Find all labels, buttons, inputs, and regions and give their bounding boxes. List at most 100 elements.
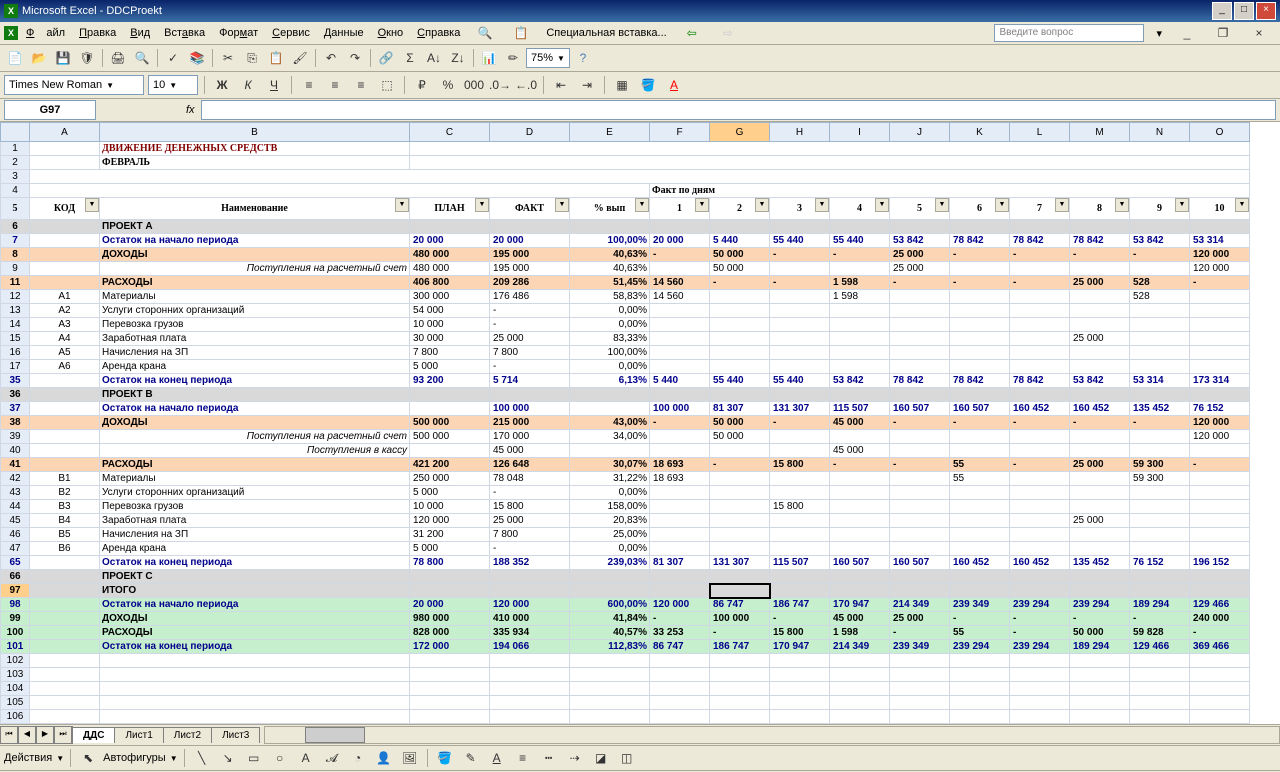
table-row[interactable]: 101Остаток на конец периода172 000194 06… [1,640,1250,654]
doc-restore-button[interactable]: ❐ [1206,20,1240,46]
filter-icon[interactable]: ▼ [475,198,489,212]
table-row[interactable]: 14А3Перевозка грузов10 000-0,00% [1,318,1250,332]
hyperlink-icon[interactable]: 🔗 [375,47,397,69]
paste-icon[interactable]: 📋 [265,47,287,69]
borders-icon[interactable]: ▦ [611,74,633,96]
textbox-icon[interactable]: A [295,747,317,769]
align-left-icon[interactable]: ≡ [298,74,320,96]
close-button[interactable]: × [1256,2,1276,20]
filter-icon[interactable]: ▼ [815,198,829,212]
name-box[interactable]: G97 [4,100,96,120]
drawing-actions[interactable]: Действия [4,752,52,764]
table-row[interactable]: 12А1Материалы300 000176 48658,83%14 5601… [1,290,1250,304]
table-row[interactable]: 8ДОХОДЫ480 000195 00040,63%-50 000--25 0… [1,248,1250,262]
table-row[interactable]: 106 [1,710,1250,724]
tab-prev-icon[interactable]: ◀ [18,726,36,744]
clipart-icon[interactable]: 👤 [373,747,395,769]
filter-icon[interactable]: ▼ [875,198,889,212]
table-row[interactable]: 44В3Перевозка грузов10 00015 800158,00%1… [1,500,1250,514]
tab-last-icon[interactable]: ⏭ [54,726,72,744]
fill-color-icon[interactable]: 🪣 [637,74,659,96]
filter-icon[interactable]: ▼ [85,198,99,212]
copy-icon[interactable]: ⎘ [241,47,263,69]
filter-icon[interactable]: ▼ [555,198,569,212]
open-icon[interactable]: 📂 [28,47,50,69]
dec-indent-icon[interactable]: ⇤ [550,74,572,96]
zoom-combo[interactable]: 75%▼ [526,48,570,68]
horizontal-scrollbar[interactable] [264,726,1280,744]
chart-icon[interactable]: 📊 [478,47,500,69]
tab-first-icon[interactable]: ⏮ [0,726,18,744]
table-row[interactable]: 43В2Услуги сторонних организаций5 000-0,… [1,486,1250,500]
rectangle-icon[interactable]: ▭ [243,747,265,769]
filter-icon[interactable]: ▼ [695,198,709,212]
table-row[interactable]: 7Остаток на начало периода20 00020 00010… [1,234,1250,248]
help-icon[interactable]: ? [572,47,594,69]
table-row[interactable]: 103 [1,668,1250,682]
filter-icon[interactable]: ▼ [1175,198,1189,212]
paste-icon[interactable]: 📋 [504,20,538,46]
doc-close-button[interactable]: × [1242,20,1276,46]
comma-icon[interactable]: 000 [463,74,485,96]
filter-icon[interactable]: ▼ [755,198,769,212]
picture-icon[interactable]: 🖼 [399,747,421,769]
tab-next-icon[interactable]: ▶ [36,726,54,744]
menu-view[interactable]: Вид [124,25,156,41]
table-row[interactable]: 41РАСХОДЫ421 200126 64830,07%18 693-15 8… [1,458,1250,472]
underline-icon[interactable]: Ч [263,74,285,96]
table-row[interactable]: 65Остаток на конец периода78 800188 3522… [1,556,1250,570]
dec-decimal-icon[interactable]: ←.0 [515,74,537,96]
filter-icon[interactable]: ▼ [1115,198,1129,212]
sheet-tab[interactable]: Лист3 [211,727,260,743]
forward-icon[interactable]: ⇨ [711,20,745,46]
permission-icon[interactable]: 🛡 [76,47,98,69]
table-row[interactable]: 40Поступления в кассу45 00045 000 [1,444,1250,458]
inc-indent-icon[interactable]: ⇥ [576,74,598,96]
table-row[interactable]: 46В5Начисления на ЗП31 2007 80025,00% [1,528,1250,542]
menu-edit[interactable]: Правка [73,25,122,41]
question-box[interactable]: Введите вопрос [994,24,1144,42]
print-icon[interactable]: 🖨 [107,47,129,69]
spell-icon[interactable]: ✓ [162,47,184,69]
menu-window[interactable]: Окно [372,25,410,41]
table-row[interactable]: 102 [1,654,1250,668]
percent-icon[interactable]: % [437,74,459,96]
table-row[interactable]: 66ПРОЕКТ C [1,570,1250,584]
table-row[interactable]: 13А2Услуги сторонних организаций54 000-0… [1,304,1250,318]
table-row[interactable]: 47В6Аренда крана5 000-0,00% [1,542,1250,556]
sort-desc-icon[interactable]: Z↓ [447,47,469,69]
italic-icon[interactable]: К [237,74,259,96]
cut-icon[interactable]: ✂ [217,47,239,69]
table-row[interactable]: 39Поступления на расчетный счет500 00017… [1,430,1250,444]
menu-help[interactable]: Справка [411,25,466,41]
sheet-tab[interactable]: Лист1 [114,727,163,743]
drawing-icon[interactable]: ✏ [502,47,524,69]
table-row[interactable]: 100РАСХОДЫ828 000335 93440,57%33 253-15 … [1,626,1250,640]
3d-icon[interactable]: ◫ [616,747,638,769]
filter-icon[interactable]: ▼ [1055,198,1069,212]
bold-icon[interactable]: Ж [211,74,233,96]
table-row[interactable]: 37Остаток на начало периода100 000100 00… [1,402,1250,416]
filter-icon[interactable]: ▼ [395,198,409,212]
formula-input[interactable] [201,100,1276,120]
merge-icon[interactable]: ⬚ [376,74,398,96]
table-row[interactable]: 11РАСХОДЫ406 800209 28651,45%14 560--1 5… [1,276,1250,290]
table-row[interactable]: 6ПРОЕКТ A [1,220,1250,234]
arrow-style-icon[interactable]: ⇢ [564,747,586,769]
font-size-combo[interactable]: 10▼ [148,75,198,95]
autoshapes-button[interactable]: Автофигуры [103,752,166,764]
table-row[interactable]: 36ПРОЕКТ B [1,388,1250,402]
arrow-icon[interactable]: ↘ [217,747,239,769]
align-center-icon[interactable]: ≡ [324,74,346,96]
filter-icon[interactable]: ▼ [635,198,649,212]
maximize-button[interactable]: □ [1234,2,1254,20]
table-row[interactable]: 98Остаток на начало периода20 000120 000… [1,598,1250,612]
format-painter-icon[interactable]: 🖌 [289,47,311,69]
sheet-tab[interactable]: Лист2 [163,727,212,743]
currency-icon[interactable]: ₽ [411,74,433,96]
filter-icon[interactable]: ▼ [935,198,949,212]
menu-format[interactable]: Формат [213,25,264,41]
doc-minimize-button[interactable]: _ [1170,20,1204,46]
filter-icon[interactable]: ▼ [1235,198,1249,212]
table-row[interactable]: 45В4Заработная плата120 00025 00020,83%2… [1,514,1250,528]
